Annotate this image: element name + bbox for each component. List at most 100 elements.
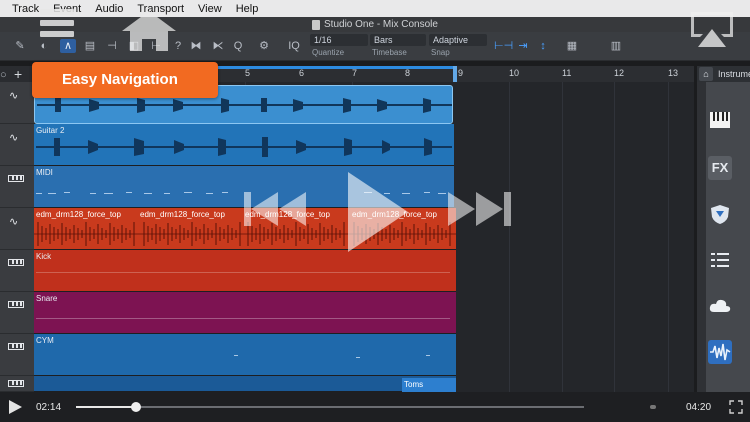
play-icon[interactable] <box>348 172 408 252</box>
track-lane-toms[interactable]: Toms <box>34 376 456 392</box>
document-icon <box>312 19 321 30</box>
shield-icon <box>711 205 729 224</box>
iq-label[interactable]: IQ <box>286 39 302 53</box>
tool-options-icon[interactable]: ⚙ <box>256 39 272 53</box>
snap-to-cursor-icon[interactable]: ⇥ <box>516 39 530 53</box>
track-header-drum-loop[interactable]: ∿ <box>0 208 34 250</box>
drum-notes <box>234 355 430 358</box>
bar-number: 5 <box>245 68 251 78</box>
keyboard-icon <box>8 301 24 308</box>
autoscroll-icon[interactable]: ↕ <box>536 39 550 53</box>
grid-line <box>668 82 669 392</box>
eraser-tool-icon[interactable]: ◐ <box>36 39 52 53</box>
track-lane-cym[interactable]: CYM <box>34 334 456 376</box>
track-lane-kick[interactable]: Kick <box>34 250 456 292</box>
track-lane-snare[interactable]: Snare <box>34 292 456 334</box>
pencil-tool-icon[interactable]: ✎ <box>12 39 28 53</box>
quantize-select[interactable]: 1/16 <box>310 34 368 46</box>
snap-select[interactable]: Adaptive <box>429 34 487 46</box>
drum-notes <box>36 272 450 273</box>
audio-waveform <box>36 137 452 157</box>
shield-icon[interactable] <box>708 202 732 226</box>
bar-number: 11 <box>562 68 572 78</box>
fx-button[interactable]: FX <box>708 156 732 180</box>
buffer-indicator <box>650 405 656 409</box>
progress-fill <box>76 406 136 408</box>
waveform-icon <box>710 343 731 361</box>
console-icon[interactable]: ▥ <box>608 39 624 53</box>
elapsed-time: 02:14 <box>36 402 62 413</box>
list-icon[interactable] <box>708 248 732 272</box>
keyboard-icon <box>8 380 24 387</box>
total-duration: 04:20 <box>686 402 712 413</box>
keyboard-icon[interactable] <box>708 108 732 132</box>
bar-number: 10 <box>509 68 520 78</box>
list-icon <box>711 253 729 267</box>
home-icon[interactable] <box>120 9 178 53</box>
window-title-bar: Studio One - Mix Console <box>0 17 750 32</box>
bar-number: 12 <box>614 68 625 78</box>
waveform-icon: ∿ <box>9 132 19 144</box>
browser-sidebar: FX <box>697 82 750 392</box>
track-header-guitar-2[interactable]: ∿ <box>0 124 34 166</box>
bar-number: 6 <box>299 68 305 78</box>
track-header-audio-1[interactable]: ∿ <box>0 82 34 124</box>
quantize-label: Quantize <box>312 48 345 57</box>
snap-grid-icon[interactable]: ⊢⊣ <box>494 39 513 53</box>
video-transport-overlay <box>244 172 511 252</box>
event-label: Toms <box>404 380 424 389</box>
instruments-tab[interactable]: ⌂ Instrume <box>697 66 750 82</box>
drum-notes <box>36 318 450 319</box>
toms-event[interactable]: Toms <box>402 378 456 392</box>
keyboard-icon <box>710 112 730 128</box>
listen-tool-icon[interactable]: ▤ <box>82 39 98 53</box>
cloud-icon <box>709 299 731 312</box>
snap-label: Snap <box>431 48 450 57</box>
bar-number: 9 <box>458 68 464 78</box>
instruments-tab-label: Instrume <box>718 69 750 79</box>
rewind-icon[interactable] <box>244 192 306 226</box>
menu-icon[interactable] <box>30 5 84 41</box>
home-icon[interactable]: ⌂ <box>699 67 713 81</box>
split-tool-icon[interactable]: ⊣ <box>104 39 120 53</box>
track-header-snare[interactable] <box>0 292 34 334</box>
keyboard-icon <box>8 259 24 266</box>
zoom-tool-icon[interactable]: Q <box>230 39 246 53</box>
progress-track[interactable] <box>76 406 584 408</box>
track-header-column: ∿ ∿ ∿ <box>0 82 34 392</box>
screen: { "menubar": { "items": ["Track", "Event… <box>0 0 750 422</box>
waveform-icon[interactable] <box>708 340 732 364</box>
cloud-icon[interactable] <box>708 294 732 318</box>
play-icon[interactable] <box>9 400 22 414</box>
airplay-icon[interactable] <box>688 9 736 49</box>
bend-tool-icon[interactable]: ∧ <box>60 39 76 53</box>
waveform-icon: ∿ <box>9 90 19 102</box>
fullscreen-icon[interactable] <box>728 399 744 415</box>
timebase-label: Timebase <box>372 48 407 57</box>
timebase-select[interactable]: Bars <box>370 34 426 46</box>
transient-tool-icon[interactable]: ⧓ <box>188 39 204 53</box>
fast-forward-icon[interactable] <box>448 192 511 226</box>
add-track-button[interactable]: + <box>14 66 22 82</box>
stretch-tool-icon[interactable]: ⧔ <box>210 39 226 53</box>
menu-view[interactable]: View <box>198 3 222 15</box>
track-header-kick[interactable] <box>0 250 34 292</box>
keyboard-icon <box>8 343 24 350</box>
track-header-toms[interactable] <box>0 376 34 392</box>
track-header-cym[interactable] <box>0 334 34 376</box>
loop-end-marker[interactable] <box>453 66 457 82</box>
snap-group[interactable]: Adaptive Snap <box>429 34 489 59</box>
options-icon[interactable]: ○ <box>0 67 7 83</box>
add-track-row: ○ + <box>0 66 34 82</box>
quantize-group[interactable]: 1/16 Quantize <box>310 34 370 59</box>
track-lane-guitar-2[interactable]: Guitar 2 <box>34 124 454 166</box>
sidebar-scrollbar[interactable] <box>697 82 706 392</box>
keyboard-icon <box>8 175 24 182</box>
video-player-bar: 02:14 04:20 <box>0 392 750 422</box>
timebase-group[interactable]: Bars Timebase <box>370 34 428 59</box>
track-header-midi[interactable] <box>0 166 34 208</box>
progress-knob[interactable] <box>130 402 141 412</box>
layout-icon[interactable]: ▦ <box>564 39 580 53</box>
menu-help[interactable]: Help <box>236 3 259 15</box>
grid-line <box>562 82 563 392</box>
